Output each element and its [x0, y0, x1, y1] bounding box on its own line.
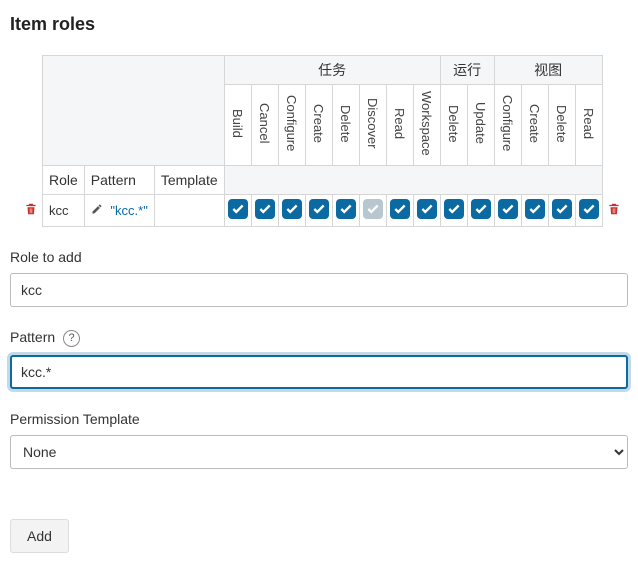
- spacer: [20, 56, 43, 85]
- role-to-add-label: Role to add: [10, 249, 628, 265]
- spacer: [602, 165, 625, 194]
- perm-col-build: Build: [224, 85, 251, 166]
- delete-row-right-icon[interactable]: [607, 202, 621, 219]
- pattern-input[interactable]: [10, 355, 628, 389]
- pattern-label: Pattern: [10, 329, 55, 345]
- perm-check-run-update[interactable]: [471, 199, 491, 219]
- perm-col-cancel: Cancel: [251, 85, 278, 166]
- perm-check-workspace[interactable]: [417, 199, 437, 219]
- row-header-template: Template: [154, 165, 224, 194]
- group-header-job: 任务: [224, 56, 440, 85]
- perm-col-view-configure: Configure: [494, 85, 521, 166]
- spacer-row: [224, 165, 602, 194]
- perm-check-create[interactable]: [309, 199, 329, 219]
- spacer: [20, 165, 43, 194]
- perm-col-read: Read: [386, 85, 413, 166]
- help-icon[interactable]: ?: [63, 330, 80, 347]
- perm-check-configure[interactable]: [282, 199, 302, 219]
- perm-check-discover[interactable]: [363, 199, 383, 219]
- table-row: kcc "kcc.*": [20, 194, 625, 226]
- pattern-value: "kcc.*": [110, 203, 147, 218]
- spacer: [602, 85, 625, 166]
- role-name-cell: kcc: [43, 194, 85, 226]
- perm-col-run-update: Update: [467, 85, 494, 166]
- permission-template-select[interactable]: None: [10, 435, 628, 469]
- perm-check-run-delete[interactable]: [444, 199, 464, 219]
- perm-check-view-read[interactable]: [579, 199, 599, 219]
- perm-col-discover: Discover: [359, 85, 386, 166]
- perm-col-create: Create: [305, 85, 332, 166]
- perm-check-read[interactable]: [390, 199, 410, 219]
- perm-col-run-delete: Delete: [440, 85, 467, 166]
- perm-col-workspace: Workspace: [413, 85, 440, 166]
- pattern-cell[interactable]: "kcc.*": [84, 194, 154, 226]
- perm-col-configure: Configure: [278, 85, 305, 166]
- perm-col-view-delete: Delete: [548, 85, 575, 166]
- row-header-role: Role: [43, 165, 85, 194]
- item-roles-table: 任务 运行 视图 Build Cancel Configure Create D…: [20, 55, 625, 227]
- row-header-pattern: Pattern: [84, 165, 154, 194]
- perm-col-view-read: Read: [575, 85, 602, 166]
- page-title: Item roles: [10, 14, 628, 35]
- perm-check-view-create[interactable]: [525, 199, 545, 219]
- perm-check-view-delete[interactable]: [552, 199, 572, 219]
- permission-template-label: Permission Template: [10, 411, 628, 427]
- add-button[interactable]: Add: [10, 519, 69, 553]
- spacer: [602, 56, 625, 85]
- perm-check-cancel[interactable]: [255, 199, 275, 219]
- perm-col-delete: Delete: [332, 85, 359, 166]
- delete-row-left-icon[interactable]: [24, 202, 38, 219]
- corner-empty: [43, 56, 225, 166]
- spacer: [20, 85, 43, 166]
- perm-check-delete[interactable]: [336, 199, 356, 219]
- perm-check-build[interactable]: [228, 199, 248, 219]
- group-header-view: 视图: [494, 56, 602, 85]
- perm-col-view-create: Create: [521, 85, 548, 166]
- group-header-run: 运行: [440, 56, 494, 85]
- perm-check-view-configure[interactable]: [498, 199, 518, 219]
- template-cell: [154, 194, 224, 226]
- edit-icon[interactable]: [91, 203, 105, 218]
- role-to-add-input[interactable]: [10, 273, 628, 307]
